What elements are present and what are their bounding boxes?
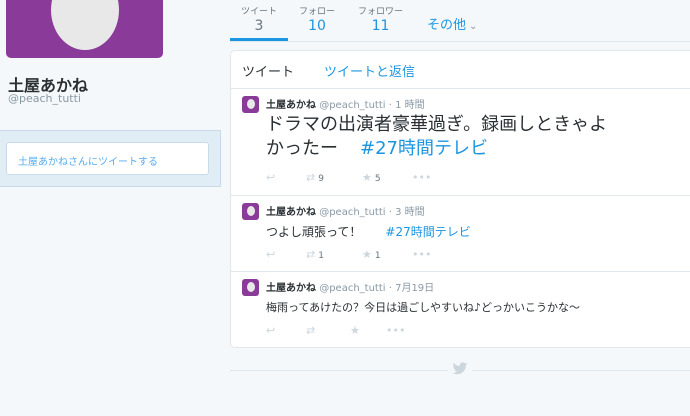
tweet-text: ドラマの出演者豪華過ぎ。録画しときゃよ かったー #27時間テレビ [266,113,607,161]
hashtag-link[interactable]: #27時間テレビ [385,225,470,239]
more-label: その他 [427,18,467,33]
favorite-button[interactable]: ★ 1 [362,248,381,261]
retweet-icon[interactable]: ⇄ [306,324,315,337]
egg-avatar-icon [51,0,119,50]
more-icon[interactable]: ••• [386,324,405,337]
profile-nav: ツイート 3 フォロー 10 フォロワー 11 その他 ⌄ [230,0,690,42]
favorite-count: 5 [374,174,381,184]
tweet-author-name[interactable]: 土屋あかね [266,100,316,111]
tweet-timestamp[interactable]: · 7月19日 [389,283,434,294]
profile-avatar[interactable] [6,0,163,58]
reply-icon[interactable]: ↩ [266,171,275,184]
stat-followers-value: 11 [371,18,390,34]
chevron-down-icon: ⌄ [469,21,478,32]
retweet-icon: ⇄ [306,171,316,184]
twitter-bird-icon [448,362,472,380]
more-icon[interactable]: ••• [412,171,431,184]
tweet-timestamp[interactable]: · 3 時間 [389,207,425,218]
tweet-author-handle[interactable]: @peach_tutti [319,100,385,111]
tweet-text-line: ドラマの出演者豪華過ぎ。録画しときゃよ [266,114,608,135]
tweet-author-name[interactable]: 土屋あかね [266,207,316,218]
tweet-item[interactable]: 土屋あかね @peach_tutti · 7月19日 梅雨ってあけたの？今日は過… [231,272,690,348]
bird-glyph [452,362,468,375]
reply-icon[interactable]: ↩ [266,248,275,261]
tweet-author-handle[interactable]: @peach_tutti [319,283,385,294]
retweet-count: 1 [318,251,324,261]
retweet-button[interactable]: ⇄ 1 [306,248,324,261]
more-icon[interactable]: ••• [412,248,431,261]
tab-tweets[interactable]: ツイート [242,61,294,80]
tweet-header: 土屋あかね @peach_tutti · 1 時間 [266,96,425,111]
timeline-tabs: ツイート ツイートと返信 [231,51,690,89]
star-icon: ★ [362,248,372,261]
favorite-button[interactable]: ★ 5 [362,171,381,184]
favorite-count: 1 [374,251,381,261]
reply-icon[interactable]: ↩ [266,324,275,337]
stat-following-value: 10 [308,18,326,34]
hashtag-link[interactable]: #27時間テレビ [360,138,488,159]
tweet-timestamp[interactable]: · 1 時間 [389,100,425,111]
stat-followers[interactable]: フォロワー 11 [358,4,403,34]
tweet-text: 梅雨ってあけたの？今日は過ごしやすいね♪どっかいこうかな～ [266,301,581,314]
retweet-button[interactable]: ⇄ 9 [306,171,324,184]
stat-followers-label: フォロワー [358,7,404,17]
tweet-avatar[interactable] [242,203,259,220]
retweet-icon: ⇄ [306,248,316,261]
tweet-header: 土屋あかね @peach_tutti · 7月19日 [266,279,434,294]
tweet-avatar[interactable] [242,96,259,113]
tweet-text-part: かったー [266,138,338,159]
tweet-text-line: かったー #27時間テレビ [266,137,607,161]
tweet-to-input[interactable]: 土屋あかねさんにツイートする [6,142,209,175]
tweet-header: 土屋あかね @peach_tutti · 3 時間 [266,203,425,218]
timeline: ツイート ツイートと返信 土屋あかね @peach_tutti · 1 時間 ド… [230,50,690,348]
retweet-count: 9 [318,174,324,184]
tweet-item[interactable]: 土屋あかね @peach_tutti · 3 時間 つよし頑張って！ #27時間テ… [231,196,690,272]
tweet-text: つよし頑張って！ #27時間テレビ [266,223,471,240]
stat-tweets[interactable]: ツイート 3 [241,4,277,34]
nav-divider [230,41,690,42]
tweet-actions: ↩ ⇄ 1 ★ 1 ••• [266,248,466,262]
tweet-to-box: 土屋あかねさんにツイートする [0,130,221,187]
tweet-actions: ↩ ⇄ ★ ••• [266,324,466,338]
tweet-actions: ↩ ⇄ 9 ★ 5 ••• [266,171,466,185]
profile-handle[interactable]: @peach_tutti [8,92,81,105]
tweet-text-part: つよし頑張って！ [266,225,362,239]
star-icon: ★ [362,171,372,184]
tweet-author-name[interactable]: 土屋あかね [266,283,316,294]
stat-following-label: フォロー [299,7,336,17]
stat-following[interactable]: フォロー 10 [299,4,335,34]
more-menu-button[interactable]: その他 ⌄ [427,14,477,33]
tweet-avatar[interactable] [242,279,259,296]
tweet-author-handle[interactable]: @peach_tutti [319,207,385,218]
stat-tweets-value: 3 [254,18,264,34]
star-icon[interactable]: ★ [350,324,360,337]
tab-tweets-and-replies[interactable]: ツイートと返信 [324,61,415,80]
stat-tweets-label: ツイート [241,7,278,17]
tweet-item[interactable]: 土屋あかね @peach_tutti · 1 時間 ドラマの出演者豪華過ぎ。録画… [231,89,690,196]
